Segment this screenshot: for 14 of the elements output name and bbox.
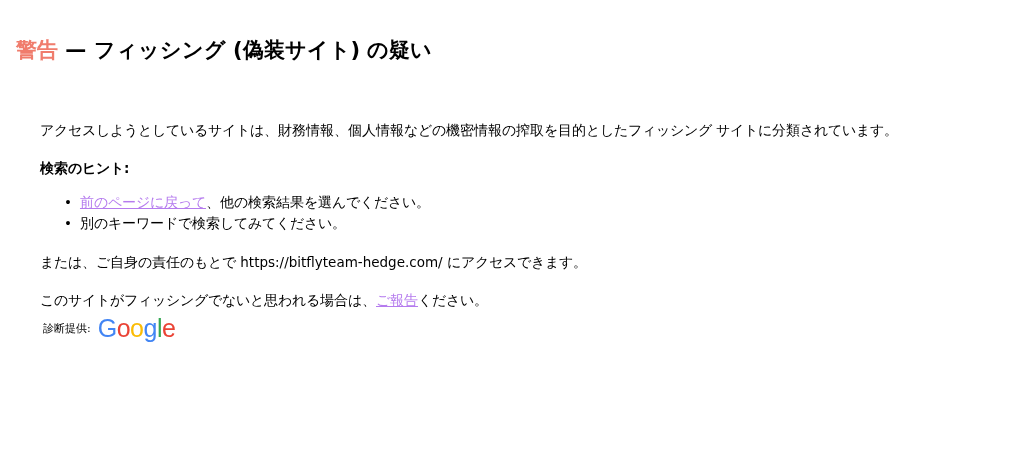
description-text: アクセスしようとしているサイトは、財務情報、個人情報などの機密情報の搾取を目的としたフィッシング サイトに分類されています。 [40,121,900,140]
link[interactable]: ご報告 [376,292,418,308]
page-heading: — フィッシング (偽装サイト) の疑い [65,38,433,62]
bullet: • [64,193,72,212]
hint-item: 前のページに戻って、他の検索結果を選んでください。 [79,193,430,212]
provider-label: 診断提供: [43,321,91,336]
hints-heading: 検索のヒント: [40,159,131,178]
logo: Google [97,314,176,343]
warning-label: 警告 [16,38,58,62]
bullet: • [64,214,72,233]
report-text: このサイトがフィッシングでないと思われる場合は、ご報告 ください。 [40,291,489,310]
link[interactable]: 前のページに戻って [79,194,206,210]
proceed-text: または、ご自身の責任のもとで https://bitflyteam-hedge.com/ にアクセスできます。 [40,253,588,272]
hint-item: 別のキーワードで検索してみてください。 [79,214,346,233]
